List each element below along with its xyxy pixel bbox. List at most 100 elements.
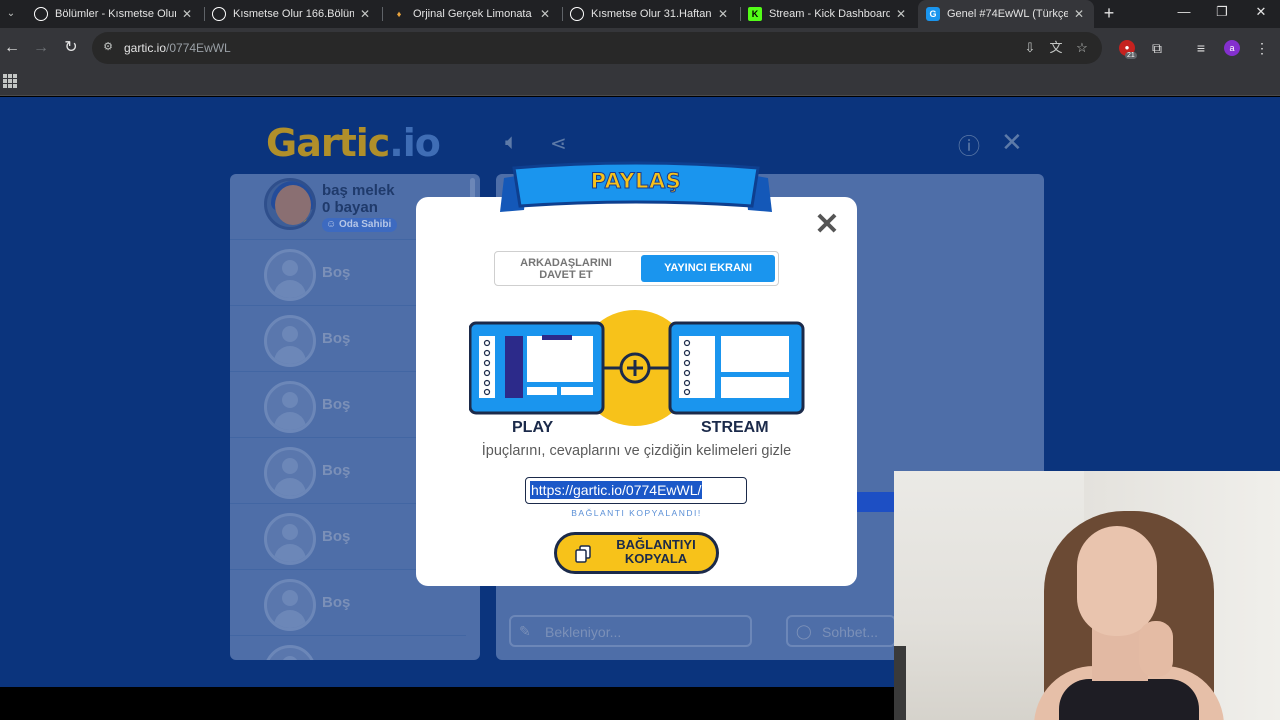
- empty-avatar-icon: [264, 579, 316, 631]
- profile-avatar[interactable]: a: [1224, 40, 1240, 56]
- tab-divider: [382, 7, 383, 21]
- url-path: /0774EwWL: [166, 41, 231, 55]
- bookmark-star-icon[interactable]: ☆: [1074, 40, 1090, 56]
- gartic-favicon-icon: G: [926, 7, 940, 21]
- logo-main: Gartic: [266, 121, 390, 165]
- tab-title: Bölümler - Kısmetse Olur: [55, 8, 176, 20]
- link-copied-notice: BAĞLANTI KOPYALANDI!: [571, 508, 702, 518]
- browser-tab-strip: ⌄ Bölümler - Kısmetse Olur ✕ Kısmetse Ol…: [0, 0, 1280, 28]
- empty-avatar-icon: [264, 513, 316, 565]
- share-mode-toggle: ARKADAŞLARINI DAVET ET YAYINCI EKRANI: [494, 251, 779, 286]
- streamer-description: İpuçlarını, cevaplarını ve çizdiğin keli…: [481, 443, 792, 459]
- empty-slot-label: Boş: [322, 462, 351, 479]
- flame-favicon-icon: ♦: [396, 9, 402, 19]
- translate-icon[interactable]: 文: [1048, 40, 1064, 56]
- pencil-icon: ✎: [519, 623, 531, 639]
- browser-tab-3[interactable]: ♦ Orjinal Gerçek Limonata Ta ✕: [384, 2, 560, 26]
- tab-title: Orjinal Gerçek Limonata Ta: [413, 8, 534, 20]
- dots-favicon-icon: [34, 7, 48, 21]
- invite-link-text[interactable]: https://gartic.io/0774EwWL/: [530, 481, 703, 499]
- browser-tab-active[interactable]: G Genel #74EwWL (Türkçe) ✕: [918, 0, 1094, 28]
- empty-avatar-icon: [264, 645, 316, 660]
- empty-avatar-icon: [264, 249, 316, 301]
- dots-favicon-icon: [570, 7, 584, 21]
- kick-favicon-icon: K: [748, 7, 762, 21]
- browser-tab-1[interactable]: Bölümler - Kısmetse Olur ✕: [26, 2, 202, 26]
- empty-avatar-icon: [264, 315, 316, 367]
- chat-input[interactable]: ◯ Sohbet...: [786, 615, 896, 647]
- share-banner-title: PAYLAŞ: [590, 169, 682, 194]
- menu-kebab-icon[interactable]: ⋮: [1252, 38, 1272, 58]
- gartic-logo: Gartic.io: [266, 121, 441, 165]
- host-points: 0 bayan: [322, 199, 378, 216]
- browser-toolbar: ← → ↻ ⚙ gartic.io/0774EwWL ⇩ 文 ☆ ● 21 ⧉ …: [0, 28, 1280, 68]
- logo-suffix: .io: [389, 121, 441, 165]
- host-badge-dot: [303, 219, 313, 227]
- room-owner-label: Oda Sahibi: [339, 219, 392, 230]
- empty-slot-label: Boş: [322, 264, 351, 281]
- share-icon[interactable]: ⋖: [550, 131, 567, 156]
- empty-slot-label: Boş: [322, 528, 351, 545]
- tab-title: Kısmetse Olur 166.Bölüm: [233, 8, 354, 20]
- info-icon[interactable]: ⓘ: [958, 129, 980, 161]
- empty-slot-label: Boş: [322, 396, 351, 413]
- media-queue-icon[interactable]: ≡: [1191, 38, 1211, 58]
- window-close-button[interactable]: ✕: [1246, 4, 1276, 20]
- reload-icon[interactable]: ↻: [61, 38, 81, 58]
- url-text[interactable]: gartic.io/0774EwWL: [124, 41, 231, 55]
- maximize-button[interactable]: ❐: [1207, 4, 1237, 20]
- tab-close-icon[interactable]: ✕: [538, 7, 552, 21]
- empty-avatar-icon: [264, 447, 316, 499]
- back-arrow-icon[interactable]: ←: [2, 38, 22, 58]
- answer-placeholder: Bekleniyor...: [545, 624, 622, 640]
- chat-placeholder: Sohbet...: [822, 624, 879, 640]
- tab-close-icon[interactable]: ✕: [180, 7, 194, 21]
- extensions-puzzle-icon[interactable]: ⧉: [1147, 38, 1167, 58]
- webcam-overlay: [894, 471, 1280, 720]
- play-stream-illustration: [469, 310, 805, 426]
- url-host: gartic.io: [124, 41, 167, 55]
- modal-close-icon[interactable]: ✕: [814, 210, 840, 240]
- tab-close-icon[interactable]: ✕: [1072, 7, 1086, 21]
- speaker-icon[interactable]: 🔈︎: [505, 129, 518, 155]
- bookmarks-bar: [0, 68, 1280, 96]
- tab-search-chevron-icon[interactable]: ⌄: [2, 4, 20, 22]
- tab-title: Stream - Kick Dashboard: [769, 8, 890, 20]
- address-bar[interactable]: ⚙ gartic.io/0774EwWL ⇩ 文 ☆: [92, 32, 1102, 64]
- stream-label: STREAM: [701, 419, 769, 436]
- copy-link-button[interactable]: BAĞLANTIYI KOPYALA: [554, 532, 719, 574]
- dots-favicon-icon: [212, 7, 226, 21]
- apps-grid-icon[interactable]: [3, 74, 17, 88]
- browser-tab-5[interactable]: K Stream - Kick Dashboard ✕: [740, 2, 916, 26]
- tab-close-icon[interactable]: ✕: [358, 7, 372, 21]
- site-info-icon[interactable]: ⚙: [100, 40, 116, 56]
- answer-input[interactable]: ✎ Bekleniyor...: [509, 615, 752, 647]
- install-app-icon[interactable]: ⇩: [1022, 40, 1038, 56]
- copy-icon: [575, 545, 591, 563]
- tab-title: Kısmetse Olur 31.Haftanın: [591, 8, 712, 20]
- tab-title: Genel #74EwWL (Türkçe): [947, 8, 1068, 20]
- empty-slot-label: Boş: [322, 594, 351, 611]
- play-label: PLAY: [512, 419, 554, 436]
- empty-slot-label: Boş: [322, 330, 351, 347]
- copy-link-label: BAĞLANTIYI KOPYALA: [616, 537, 696, 566]
- new-tab-button[interactable]: +: [1100, 4, 1118, 22]
- minimize-button[interactable]: —: [1169, 4, 1199, 19]
- host-name: baş melek: [322, 182, 395, 199]
- host-avatar: [264, 178, 316, 230]
- tab-close-icon[interactable]: ✕: [716, 7, 730, 21]
- browser-tab-2[interactable]: Kısmetse Olur 166.Bölüm ✕: [204, 2, 380, 26]
- forward-arrow-icon[interactable]: →: [31, 38, 51, 58]
- progress-strip: [857, 492, 897, 512]
- extension-badge-count: 21: [1125, 52, 1137, 59]
- invite-link-field[interactable]: https://gartic.io/0774EwWL/: [525, 477, 747, 504]
- browser-tab-4[interactable]: Kısmetse Olur 31.Haftanın ✕: [562, 2, 738, 26]
- tab-close-icon[interactable]: ✕: [894, 7, 908, 21]
- empty-avatar-icon: [264, 381, 316, 433]
- tab-invite-friends[interactable]: ARKADAŞLARINI DAVET ET: [501, 257, 631, 281]
- room-owner-badge: ☺ Oda Sahibi: [322, 218, 398, 232]
- exit-icon[interactable]: ✕: [1001, 127, 1023, 158]
- player-row-empty: [230, 636, 466, 660]
- chat-bubble-icon: ◯: [796, 623, 812, 639]
- tab-streamer-screen[interactable]: YAYINCI EKRANI: [641, 255, 775, 282]
